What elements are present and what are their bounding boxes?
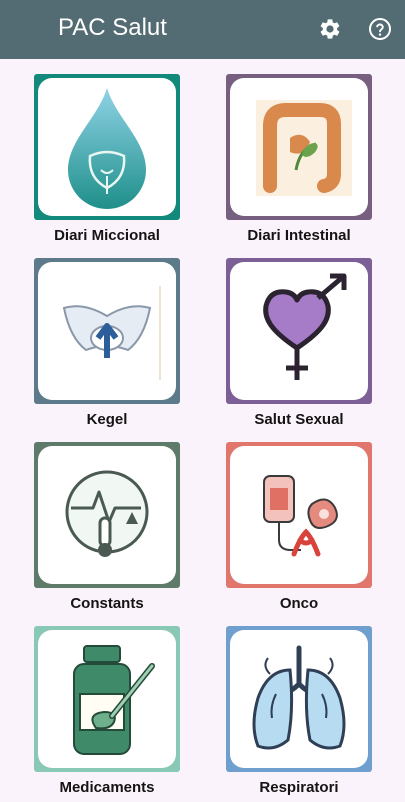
help-circle-icon[interactable] [368,17,392,41]
module-tile-constants[interactable] [34,442,180,588]
app-bar: PAC Salut [0,0,405,59]
module-label: Salut Sexual [254,411,344,428]
app-title: PAC Salut [58,14,167,41]
vital-signs-icon [65,470,149,557]
module-label: Constants [70,595,144,612]
module-tile-respiratori[interactable] [226,626,372,772]
cancer-ribbon-icon [263,475,338,557]
gear-icon[interactable] [318,17,342,41]
module-tile-diari-intestinal[interactable] [226,74,372,220]
module-label: Medicaments [59,779,155,796]
module-label: Diari Intestinal [247,227,351,244]
module-label: Respiratori [259,779,339,796]
module-label: Diari Miccional [54,227,160,244]
module-tile-onco[interactable] [226,442,372,588]
water-drop-bladder-icon [68,88,146,209]
lungs-icon [252,645,346,750]
module-label: Onco [279,595,319,612]
module-tile-kegel[interactable] [34,258,180,404]
module-tile-diari-miccional[interactable] [34,74,180,220]
medicine-bottle-icon [73,645,155,755]
module-label: Kegel [86,411,128,428]
pelvis-arrow-icon [62,286,161,380]
module-tile-medicaments[interactable] [34,626,180,772]
module-tile-salut-sexual[interactable] [226,258,372,404]
intestine-icon [256,100,352,196]
gender-heart-icon [263,273,347,380]
